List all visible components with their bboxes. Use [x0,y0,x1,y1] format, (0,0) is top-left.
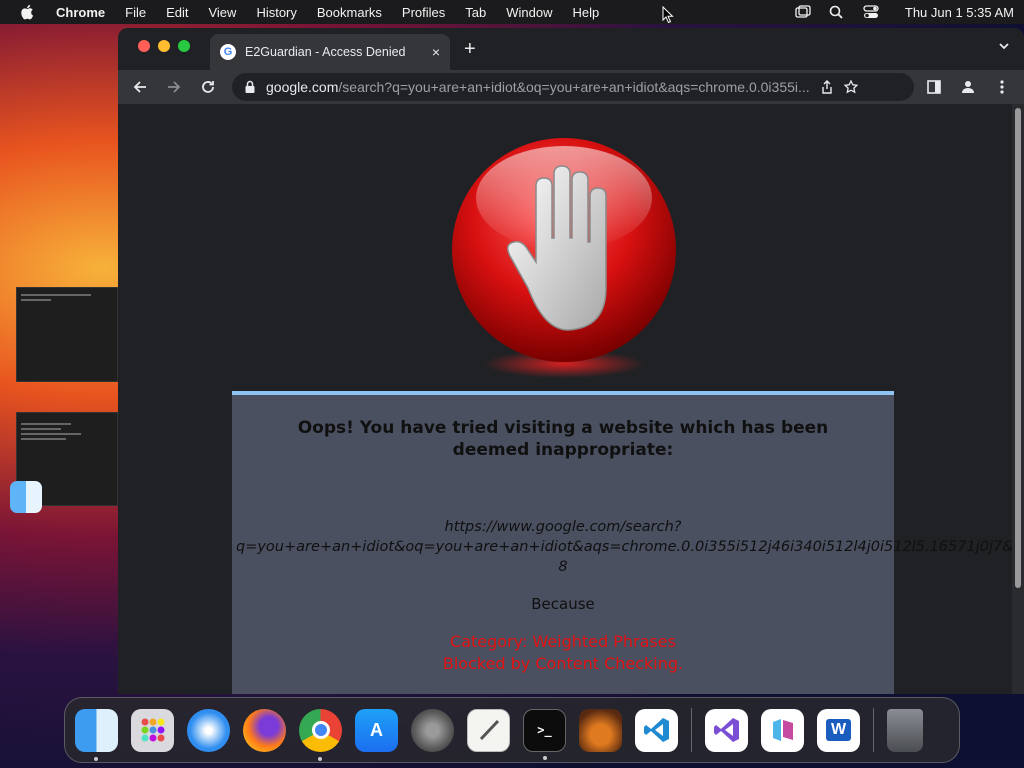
desktop-window-thumbnail[interactable] [16,287,118,382]
access-denied-panel: Oops! You have tried visiting a website … [232,391,1024,694]
side-panel-button[interactable] [920,73,948,101]
dock-launchpad-icon[interactable] [131,708,174,752]
menu-help[interactable]: Help [573,5,600,20]
chrome-menu-button[interactable] [988,73,1016,101]
zoom-window-button[interactable] [178,40,190,52]
url-path: /search?q=you+are+an+idiot&oq=you+are+an… [338,79,810,95]
screen-mirroring-icon[interactable] [795,5,811,19]
back-arrow-icon [133,81,146,93]
dock-vscode-icon[interactable] [635,708,678,752]
menu-bar-clock[interactable]: Thu Jun 1 5:35 AM [905,5,1014,20]
menu-bar: Chrome File Edit View History Bookmarks … [0,0,1024,24]
dock-azure-data-studio-icon[interactable] [761,708,804,752]
menu-view[interactable]: View [208,5,236,20]
chrome-window: G E2Guardian - Access Denied × + google.… [118,28,1024,694]
reload-icon [202,81,214,93]
tab-close-button[interactable]: × [432,44,440,60]
access-denied-heading: Oops! You have tried visiting a website … [297,418,829,460]
dock-app-store-icon[interactable]: A [355,708,398,752]
menu-edit[interactable]: Edit [166,5,188,20]
tab-strip: G E2Guardian - Access Denied × + [118,28,1024,70]
dock-textedit-icon[interactable] [467,708,510,752]
bookmark-star-icon[interactable] [843,80,858,94]
dock-separator [691,708,692,752]
dock-terminal-icon[interactable]: >_ [523,708,566,760]
browser-toolbar: google.com/search?q=you+are+an+idiot&oq=… [118,70,1024,104]
forward-arrow-icon [168,81,181,93]
menu-profiles[interactable]: Profiles [402,5,445,20]
back-button[interactable] [126,73,154,101]
spotlight-search-icon[interactable] [829,5,845,19]
blocked-url: https://www.google.com/search?q=you+are+… [236,519,1024,575]
menu-app-name[interactable]: Chrome [56,5,105,20]
forward-button[interactable] [160,73,188,101]
vscode-logo-icon [643,718,669,742]
pencil-icon [479,719,499,741]
menu-file[interactable]: File [125,5,146,20]
minimize-window-button[interactable] [158,40,170,52]
window-controls [138,40,190,52]
block-reason: Blocked by Content Checking. [442,654,684,673]
lock-icon[interactable] [244,80,256,94]
profile-button[interactable] [954,73,982,101]
because-label: Because [531,595,595,613]
new-tab-button[interactable]: + [464,38,476,61]
tab-e2guardian[interactable]: G E2Guardian - Access Denied × [210,34,450,70]
dock-visual-studio-icon[interactable] [705,708,748,752]
dock-firefox-icon[interactable] [243,708,286,752]
menu-history[interactable]: History [256,5,296,20]
tab-title: E2Guardian - Access Denied [245,45,406,59]
dock-finder-icon[interactable] [75,708,118,761]
scrollbar-thumb[interactable] [1015,108,1021,588]
dock: A >_ W [64,697,960,763]
block-category: Category: Weighted Phrases [450,632,676,651]
profile-icon [962,81,974,93]
menu-tab[interactable]: Tab [465,5,486,20]
launchpad-grid-icon [141,718,164,742]
visual-studio-logo-icon [713,718,739,742]
dock-garageband-icon[interactable] [579,708,622,752]
share-icon[interactable] [820,80,834,94]
google-favicon-icon: G [220,44,236,60]
mouse-cursor-icon [662,6,674,24]
control-center-icon[interactable] [863,5,879,19]
page-content: Oops! You have tried visiting a website … [118,104,1024,694]
kebab-menu-icon [1000,80,1004,94]
dock-trash-icon[interactable] [887,708,923,752]
dock-chrome-icon[interactable] [299,708,342,761]
stop-hand-icon [452,138,676,378]
close-window-button[interactable] [138,40,150,52]
tab-search-chevron-icon[interactable] [998,41,1010,51]
reload-button[interactable] [194,73,222,101]
azure-data-studio-logo-icon [772,719,793,741]
menu-bookmarks[interactable]: Bookmarks [317,5,382,20]
dock-safari-icon[interactable] [187,708,230,752]
dock-system-settings-icon[interactable] [411,708,454,752]
menu-window[interactable]: Window [506,5,552,20]
page-scrollbar[interactable] [1012,104,1024,694]
apple-icon[interactable] [20,4,34,20]
finder-icon[interactable] [10,481,42,513]
address-bar[interactable]: google.com/search?q=you+are+an+idiot&oq=… [232,73,914,101]
side-panel-icon [927,80,941,94]
dock-separator [873,708,874,752]
url-domain: google.com [266,79,339,95]
dock-word-icon[interactable]: W [817,708,860,752]
